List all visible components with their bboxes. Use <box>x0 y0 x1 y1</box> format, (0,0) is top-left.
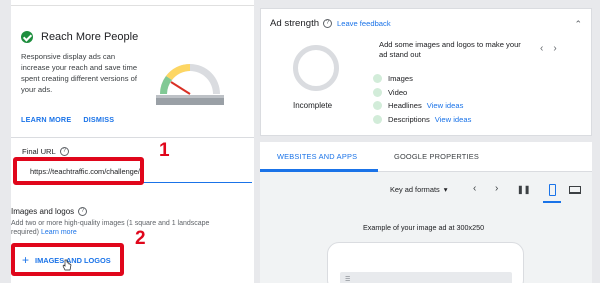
add-images-logos-label: IMAGES AND LOGOS <box>35 255 111 265</box>
ad-strength-status: Incomplete <box>293 101 333 110</box>
preview-toolbar: Key ad formats ▾ ‹ › ❚❚ <box>260 177 592 203</box>
chevron-right-icon[interactable]: › <box>495 183 498 194</box>
tab-websites-and-apps[interactable]: WEBSITES AND APPS <box>277 152 357 161</box>
gauge-illustration <box>156 64 224 105</box>
help-icon[interactable]: ? <box>323 19 333 28</box>
chevron-up-icon[interactable]: ⌃ <box>574 19 582 30</box>
active-tab-indicator <box>260 169 378 172</box>
reach-card-body: Responsive display ads can increase your… <box>21 52 138 94</box>
checklist-item: Images <box>373 72 471 86</box>
checklist-label: Headlines <box>388 101 422 111</box>
checklist-label: Descriptions <box>388 114 430 124</box>
status-dot-icon <box>373 87 382 97</box>
chevron-left-icon[interactable]: ‹ <box>473 183 476 194</box>
status-dot-icon <box>373 74 382 84</box>
status-dot-icon <box>373 101 382 111</box>
check-circle-icon <box>21 31 33 43</box>
step-number-2: 2 <box>135 228 146 249</box>
ad-strength-title: Ad strength ? <box>270 18 333 29</box>
pause-icon[interactable]: ❚❚ <box>517 185 530 194</box>
help-icon[interactable]: ? <box>59 147 69 156</box>
learn-more-link[interactable]: Learn more <box>41 229 77 236</box>
ad-strength-title-text: Ad strength <box>270 18 320 29</box>
view-ideas-link[interactable]: View ideas <box>435 115 472 124</box>
chevron-right-icon[interactable]: › <box>553 43 556 54</box>
ad-strength-message: Add some images and logos to make your a… <box>379 40 521 59</box>
final-url-label-text: Final URL <box>22 147 56 156</box>
ad-format-select[interactable]: Key ad formats ▾ <box>390 185 447 194</box>
checklist-label: Video <box>388 87 408 97</box>
divider <box>11 137 254 138</box>
menu-icon: ☰ <box>345 277 351 283</box>
images-logos-label: Images and logos ? <box>11 207 88 216</box>
reach-card-header: Reach More People <box>21 31 138 43</box>
divider <box>11 5 254 6</box>
ad-preview-panel: WEBSITES AND APPS GOOGLE PROPERTIES Key … <box>260 142 592 283</box>
chevron-left-icon[interactable]: ‹ <box>540 43 543 54</box>
final-url-label: Final URL ? <box>22 147 69 156</box>
phone-preview-mockup: ☰ <box>327 242 524 283</box>
ad-strength-checklist: Images Video Headlines View ideas Descri… <box>373 72 471 126</box>
view-ideas-link[interactable]: View ideas <box>427 101 464 110</box>
active-device-indicator <box>543 201 561 203</box>
phone-browser-bar: ☰ <box>340 272 512 283</box>
suggestion-navigation: ‹ › <box>540 43 557 54</box>
plus-icon: + <box>22 253 30 267</box>
reach-card-actions: LEARN MORE DISMISS <box>21 115 114 124</box>
ad-strength-card: Ad strength ? Leave feedback ⌃ Incomplet… <box>260 8 592 136</box>
final-url-input[interactable] <box>22 161 252 183</box>
step-number-1: 1 <box>159 140 170 161</box>
mobile-preview-icon[interactable] <box>549 184 556 196</box>
desktop-preview-icon[interactable] <box>569 186 581 194</box>
checklist-item: Headlines View ideas <box>373 99 471 113</box>
learn-more-link[interactable]: LEARN MORE <box>21 115 71 124</box>
checklist-label: Images <box>388 74 413 84</box>
checklist-item: Descriptions View ideas <box>373 113 471 127</box>
ad-editor-panel: Reach More People Responsive display ads… <box>11 0 254 283</box>
reach-more-people-card: Reach More People Responsive display ads… <box>13 14 252 136</box>
preview-tabs: WEBSITES AND APPS GOOGLE PROPERTIES <box>260 142 592 172</box>
images-logos-label-text: Images and logos <box>11 207 75 216</box>
tab-google-properties[interactable]: GOOGLE PROPERTIES <box>394 152 479 161</box>
images-logos-description: Add two or more high-quality images (1 s… <box>11 219 231 237</box>
status-dot-icon <box>373 114 382 124</box>
preview-caption: Example of your image ad at 300x250 <box>363 223 485 232</box>
help-icon[interactable]: ? <box>78 207 88 216</box>
reach-card-title: Reach More People <box>41 31 139 43</box>
hand-cursor-icon <box>62 259 72 271</box>
dismiss-button[interactable]: DISMISS <box>83 115 114 124</box>
checklist-item: Video <box>373 86 471 100</box>
ad-strength-ring <box>293 45 339 91</box>
leave-feedback-link[interactable]: Leave feedback <box>337 19 391 28</box>
dropdown-arrow-icon: ▾ <box>443 185 448 194</box>
ad-format-select-value: Key ad formats <box>390 185 440 194</box>
